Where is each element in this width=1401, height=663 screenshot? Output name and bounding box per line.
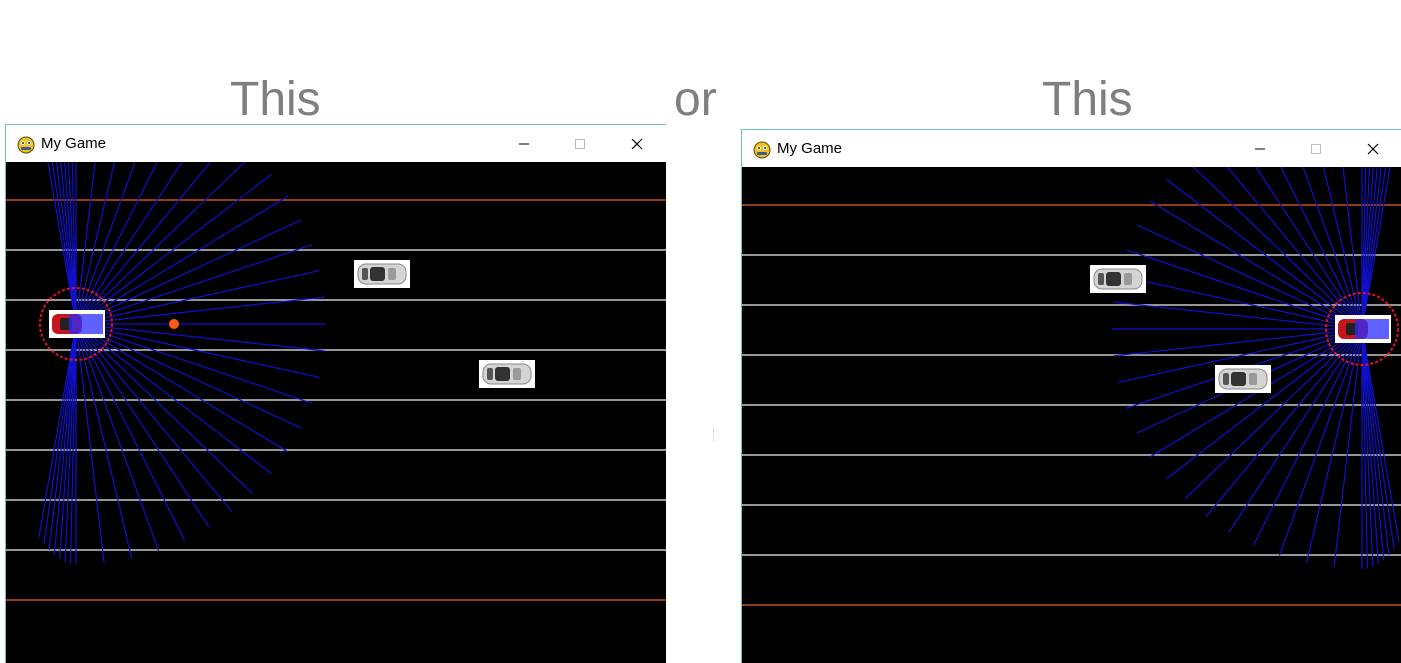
car-windshield <box>495 367 510 381</box>
maximize-button[interactable] <box>557 125 603 162</box>
car-roof <box>1249 373 1257 385</box>
title-bar[interactable]: My Game <box>742 130 1401 167</box>
caption-this-right: This <box>1042 73 1133 126</box>
minimize-button[interactable] <box>501 125 547 162</box>
title-bar[interactable]: My Game <box>6 125 666 162</box>
road <box>6 162 666 663</box>
game-window-right: My Game <box>741 129 1401 663</box>
close-button[interactable] <box>614 125 660 162</box>
traffic-car <box>479 360 535 388</box>
maximize-icon <box>575 138 585 149</box>
close-icon <box>1367 143 1379 154</box>
agent-car <box>49 310 105 338</box>
agent-car <box>1335 315 1391 343</box>
maximize-button[interactable] <box>1293 130 1339 167</box>
road-background <box>742 167 1401 663</box>
traffic-car <box>1215 365 1271 393</box>
close-button[interactable] <box>1350 130 1396 167</box>
car-rear-window <box>1223 373 1229 385</box>
car-windshield <box>1106 272 1121 286</box>
road <box>742 167 1401 663</box>
road-scene <box>6 162 666 663</box>
window-title: My Game <box>41 135 107 152</box>
road-scene <box>742 167 1401 663</box>
pygame-snake-icon <box>17 136 35 154</box>
game-canvas[interactable] <box>742 167 1401 663</box>
car-rear-window <box>487 368 493 380</box>
car-roof <box>1124 273 1132 285</box>
car-rear-window <box>1098 273 1104 285</box>
close-icon <box>631 138 643 149</box>
car-windshield <box>370 267 385 281</box>
caption-this-left: This <box>230 73 321 126</box>
game-canvas[interactable] <box>6 162 666 663</box>
maximize-icon <box>1311 143 1321 154</box>
minimize-icon <box>519 143 529 144</box>
car-rear-window <box>362 268 368 280</box>
minimize-icon <box>1255 148 1265 149</box>
minimize-button[interactable] <box>1237 130 1283 167</box>
target-dot <box>169 319 179 329</box>
game-window-left: My Game <box>5 124 666 663</box>
traffic-car <box>354 260 410 288</box>
sensor-overlay <box>69 314 103 334</box>
road-background <box>6 162 666 663</box>
divider-mark <box>713 428 714 441</box>
car-roof <box>513 368 521 380</box>
window-title: My Game <box>777 140 843 157</box>
car-windshield <box>1231 372 1246 386</box>
traffic-car <box>1090 265 1146 293</box>
caption-or: or <box>674 73 717 126</box>
pygame-snake-icon <box>753 141 771 159</box>
sensor-overlay <box>1355 319 1389 339</box>
car-roof <box>388 268 396 280</box>
